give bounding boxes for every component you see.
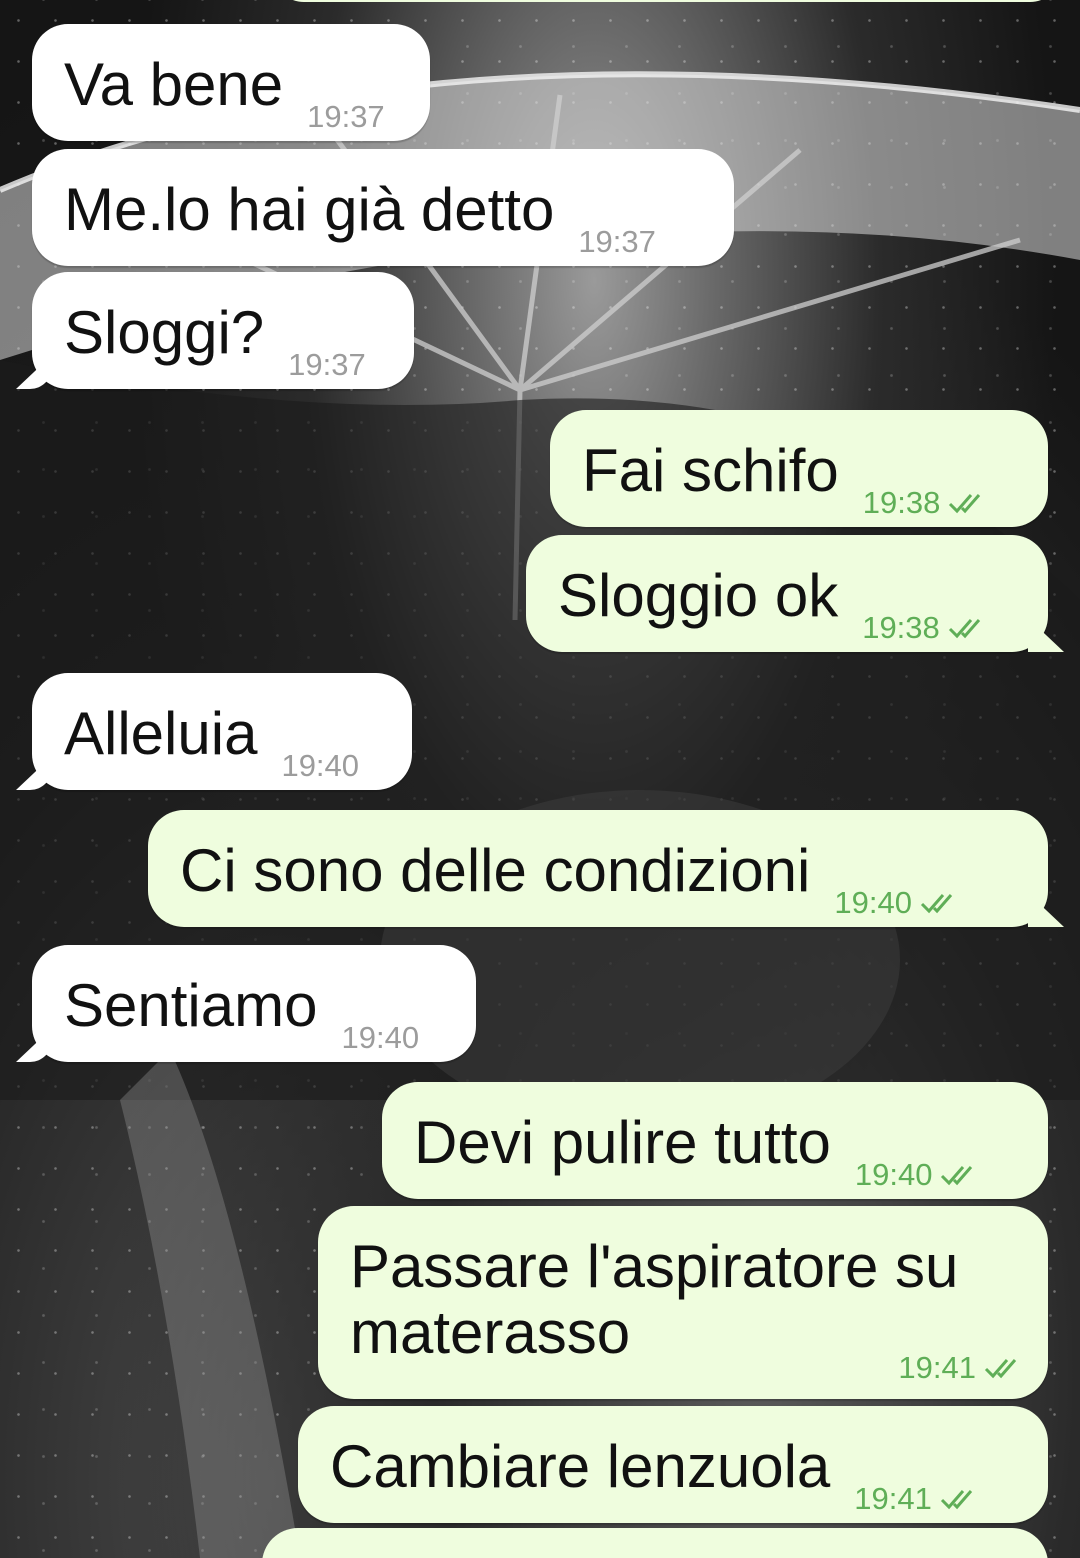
message-text: Sloggio ok xyxy=(558,562,839,629)
message-time: 19:40 xyxy=(854,1157,933,1192)
message-time: 19:38 xyxy=(862,610,940,645)
message-bubble-incoming[interactable]: Me.lo hai già detto 19:37 xyxy=(32,149,734,266)
chat-view[interactable]: Va bene 19:37 Me.lo hai già detto 19:37 Sl… xyxy=(0,0,1080,1558)
message-bubble-incoming[interactable]: Alleluia 19:40 xyxy=(32,673,412,790)
message-meta: 19:37 xyxy=(578,225,656,259)
message-bubble-outgoing[interactable]: Ci sono delle condizioni 19:40 xyxy=(148,810,1048,927)
message-text: Alleluia xyxy=(64,700,258,767)
message-meta: 19:40 xyxy=(834,886,964,920)
message-meta: 19:40 xyxy=(341,1021,419,1055)
message-bubble-outgoing[interactable]: Passare l'aspiratore su materasso 19:41 xyxy=(318,1206,1048,1399)
next-message-edge xyxy=(262,1528,1048,1558)
message-text: Ci sono delle condizioni xyxy=(180,837,811,904)
double-check-icon xyxy=(948,619,980,639)
message-time: 19:37 xyxy=(307,99,385,134)
message-bubble-outgoing[interactable]: Cambiare lenzuola 19:41 xyxy=(298,1406,1048,1523)
message-time: 19:41 xyxy=(854,1481,932,1516)
message-text: Fai schifo xyxy=(582,437,839,504)
message-time: 19:40 xyxy=(834,885,912,920)
message-time: 19:37 xyxy=(288,347,366,382)
message-meta: 19:41 xyxy=(898,1351,1028,1385)
message-text: Sentiamo xyxy=(64,972,318,1039)
message-bubble-incoming[interactable]: Va bene 19:37 xyxy=(32,24,430,141)
double-check-icon xyxy=(949,494,981,514)
message-meta: 19:41 xyxy=(854,1482,984,1516)
previous-message-edge xyxy=(272,0,1062,2)
message-meta: 19:37 xyxy=(307,100,385,134)
double-check-icon xyxy=(940,1490,972,1510)
message-bubble-outgoing[interactable]: Devi pulire tutto 19:40 xyxy=(382,1082,1048,1199)
message-bubble-incoming[interactable]: Sentiamo 19:40 xyxy=(32,945,476,1062)
message-bubble-incoming[interactable]: Sloggi? 19:37 xyxy=(32,272,414,389)
message-time: 19:41 xyxy=(898,1350,976,1385)
double-check-icon xyxy=(941,1166,973,1186)
message-bubble-outgoing[interactable]: Fai schifo 19:38 xyxy=(550,410,1048,527)
message-meta: 19:40 xyxy=(281,749,359,783)
message-text: Va bene xyxy=(64,51,284,118)
message-time: 19:40 xyxy=(341,1020,420,1055)
message-text: Me.lo hai già detto xyxy=(64,176,555,243)
double-check-icon xyxy=(984,1359,1017,1379)
message-text: Cambiare lenzuola xyxy=(330,1433,831,1500)
message-meta: 19:38 xyxy=(863,486,993,520)
message-meta: 19:38 xyxy=(862,611,992,645)
message-text: Passare l'aspiratore su materasso xyxy=(350,1233,976,1366)
message-meta: 19:37 xyxy=(288,348,366,382)
message-text: Sloggi? xyxy=(64,299,265,366)
message-time: 19:38 xyxy=(862,485,941,520)
message-meta: 19:40 xyxy=(855,1158,985,1192)
message-bubble-outgoing[interactable]: Sloggio ok 19:38 xyxy=(526,535,1048,652)
message-text: Devi pulire tutto xyxy=(414,1109,831,1176)
double-check-icon xyxy=(920,894,953,914)
message-time: 19:37 xyxy=(578,224,656,259)
message-time: 19:40 xyxy=(281,748,360,783)
